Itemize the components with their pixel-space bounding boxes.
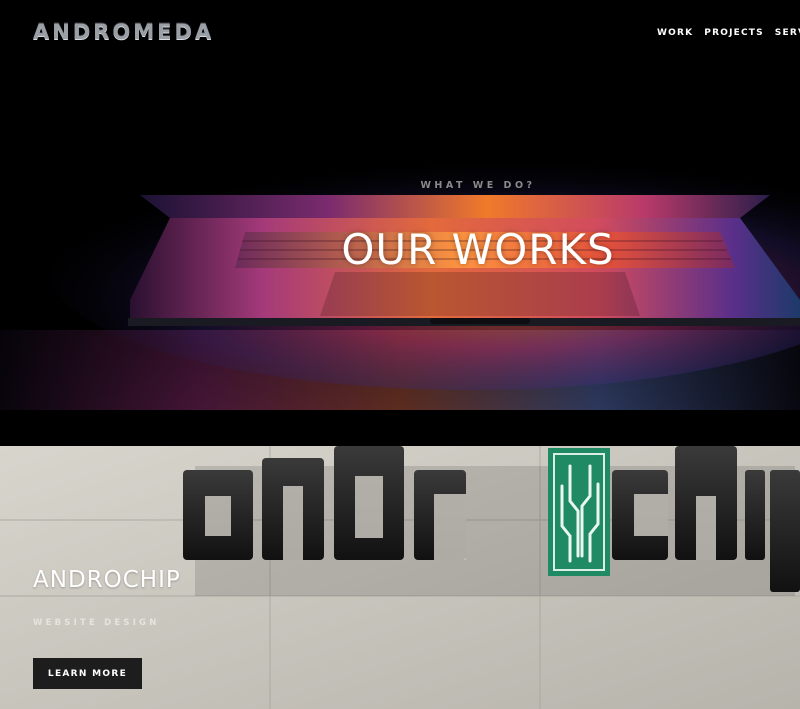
- laptop-hero-image: [0, 0, 800, 446]
- project-subtitle: WEBSITE DESIGN: [33, 618, 160, 628]
- learn-more-button[interactable]: LEARN MORE: [33, 658, 142, 689]
- project-section: ANDROCHIP WEBSITE DESIGN LEARN MORE: [0, 446, 800, 709]
- main-nav: WORK PROJECTS SERVICES: [657, 27, 800, 39]
- nav-item-projects[interactable]: PROJECTS: [704, 27, 764, 39]
- hero-title: OUR WORKS: [341, 225, 615, 274]
- brand-logo[interactable]: ANDROMEDA: [33, 20, 214, 44]
- nav-item-work[interactable]: WORK: [657, 27, 693, 39]
- hero-eyebrow: WHAT WE DO?: [420, 180, 536, 191]
- project-title: ANDROCHIP: [33, 567, 181, 593]
- hero-section: ANDROMEDA WORK PROJECTS SERVICES WHAT WE…: [0, 0, 800, 446]
- nav-item-services[interactable]: SERVICES: [775, 27, 800, 39]
